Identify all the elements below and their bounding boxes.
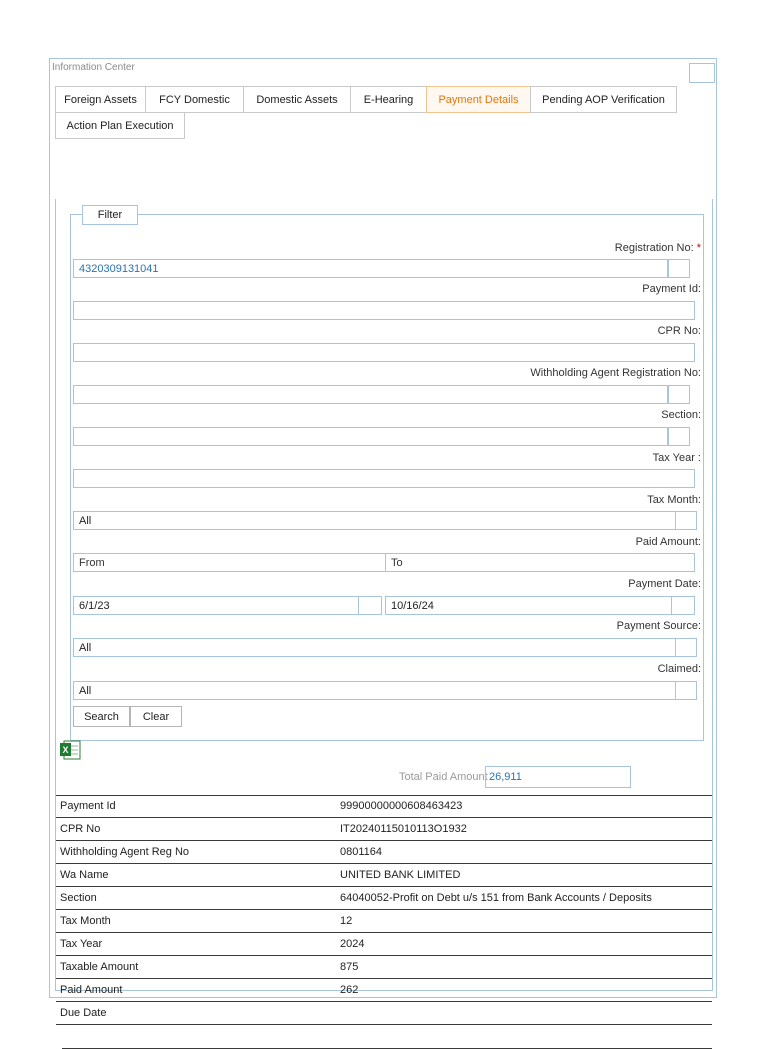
section-label: Section: [661, 409, 701, 421]
tab-e-hearing[interactable]: E-Hearing [350, 86, 427, 113]
tab-payment-details[interactable]: Payment Details [426, 86, 531, 113]
tab-fcy-domestic[interactable]: FCY Domestic [145, 86, 244, 113]
panel-title: Information Center [52, 62, 135, 73]
detail-value: 99900000000608463423 [340, 800, 463, 812]
detail-value: 262 [340, 984, 359, 996]
payment-source-label: Payment Source: [616, 620, 701, 632]
payment-source-select[interactable]: All [73, 638, 676, 657]
detail-value: 0801164 [340, 846, 383, 858]
table-row: Wa Name UNITED BANK LIMITED [56, 864, 712, 887]
paid-amount-label: Paid Amount: [635, 536, 701, 548]
detail-key: Tax Month [60, 915, 111, 927]
table-row: Payment Id 99900000000608463423 [56, 795, 712, 818]
table-row: Taxable Amount 875 [56, 956, 712, 979]
information-center-panel: Information Center Foreign Assets FCY Do… [49, 58, 717, 1049]
tab-foreign-assets[interactable]: Foreign Assets [55, 86, 146, 113]
payment-source-dropdown[interactable] [675, 638, 697, 657]
claimed-select[interactable]: All [73, 681, 676, 700]
registration-no-input[interactable]: 4320309131041 [73, 259, 668, 278]
filter-fieldset: Filter Registration No: * 4320309131041 … [70, 205, 704, 741]
tab-domestic-assets[interactable]: Domestic Assets [243, 86, 351, 113]
payment-details-content: Filter Registration No: * 4320309131041 … [55, 199, 713, 1049]
detail-key: Taxable Amount [60, 961, 139, 973]
section-input[interactable] [73, 427, 668, 446]
search-button[interactable]: Search [73, 706, 130, 727]
detail-value: 2024 [340, 938, 365, 950]
total-paid-amount-label: Total Paid Amount [399, 771, 488, 783]
detail-value: 12 [340, 915, 353, 927]
claimed-label: Claimed: [657, 663, 701, 675]
detail-value: 64040052-Profit on Debt u/s 151 from Ban… [340, 892, 652, 904]
tax-year-input[interactable] [73, 469, 695, 488]
tax-month-dropdown[interactable] [675, 511, 697, 530]
payment-id-input[interactable] [73, 301, 695, 320]
detail-key: Payment Id [60, 800, 116, 812]
detail-key: Wa Name [60, 869, 109, 881]
claimed-dropdown[interactable] [675, 681, 697, 700]
payment-date-from-calendar[interactable] [358, 596, 382, 615]
table-row: CPR No IT20240115010113O1932 [56, 818, 712, 841]
table-row: Tax Year 2024 [56, 933, 712, 956]
detail-value: 875 [340, 961, 359, 973]
tax-month-select[interactable]: All [73, 511, 676, 530]
detail-key: CPR No [60, 823, 101, 835]
wa-reg-no-label: Withholding Agent Registration No: [530, 367, 701, 379]
detail-key: Tax Year [60, 938, 103, 950]
detail-value: UNITED BANK LIMITED [340, 869, 461, 881]
detail-key: Due Date [60, 1007, 107, 1019]
detail-key: Paid Amount [60, 984, 123, 996]
table-row: Tax Month 12 [56, 910, 712, 933]
paid-amount-from-input[interactable]: From [73, 553, 386, 572]
excel-icon[interactable]: X [59, 739, 81, 761]
wa-reg-no-input[interactable] [73, 385, 668, 404]
payment-date-label: Payment Date: [628, 578, 701, 590]
clear-button[interactable]: Clear [130, 706, 182, 727]
payment-id-label: Payment Id: [642, 283, 701, 295]
detail-key: Section [60, 892, 97, 904]
table-row: Paid Amount 262 [56, 979, 712, 1002]
detail-key: Withholding Agent Reg No [60, 846, 190, 858]
svg-text:X: X [62, 745, 68, 755]
payment-date-to-input[interactable]: 10/16/24 [385, 596, 672, 615]
payment-date-to-calendar[interactable] [671, 596, 695, 615]
total-paid-amount-value: 26,911 [485, 766, 631, 788]
table-row: Section 64040052-Profit on Debt u/s 151 f… [56, 887, 712, 910]
tax-month-label: Tax Month: [647, 494, 701, 506]
wa-reg-no-lookup[interactable] [668, 385, 690, 404]
tab-action-plan-execution[interactable]: Action Plan Execution [55, 112, 185, 139]
section-lookup[interactable] [668, 427, 690, 446]
table-row: Due Date [56, 1002, 712, 1025]
cpr-no-label: CPR No: [657, 325, 701, 337]
paid-amount-to-input[interactable]: To [385, 553, 695, 572]
cpr-no-input[interactable] [73, 343, 695, 362]
detail-value: IT20240115010113O1932 [340, 823, 467, 835]
table-row: Withholding Agent Reg No 0801164 [56, 841, 712, 864]
panel-collapse-button[interactable] [689, 63, 715, 83]
tab-pending-aop-verification[interactable]: Pending AOP Verification [530, 86, 677, 113]
registration-no-lookup[interactable] [668, 259, 690, 278]
filter-legend: Filter [82, 205, 138, 225]
registration-no-label: Registration No: * [614, 242, 701, 254]
payment-date-from-input[interactable]: 6/1/23 [73, 596, 359, 615]
tax-year-label: Tax Year : [652, 452, 701, 464]
